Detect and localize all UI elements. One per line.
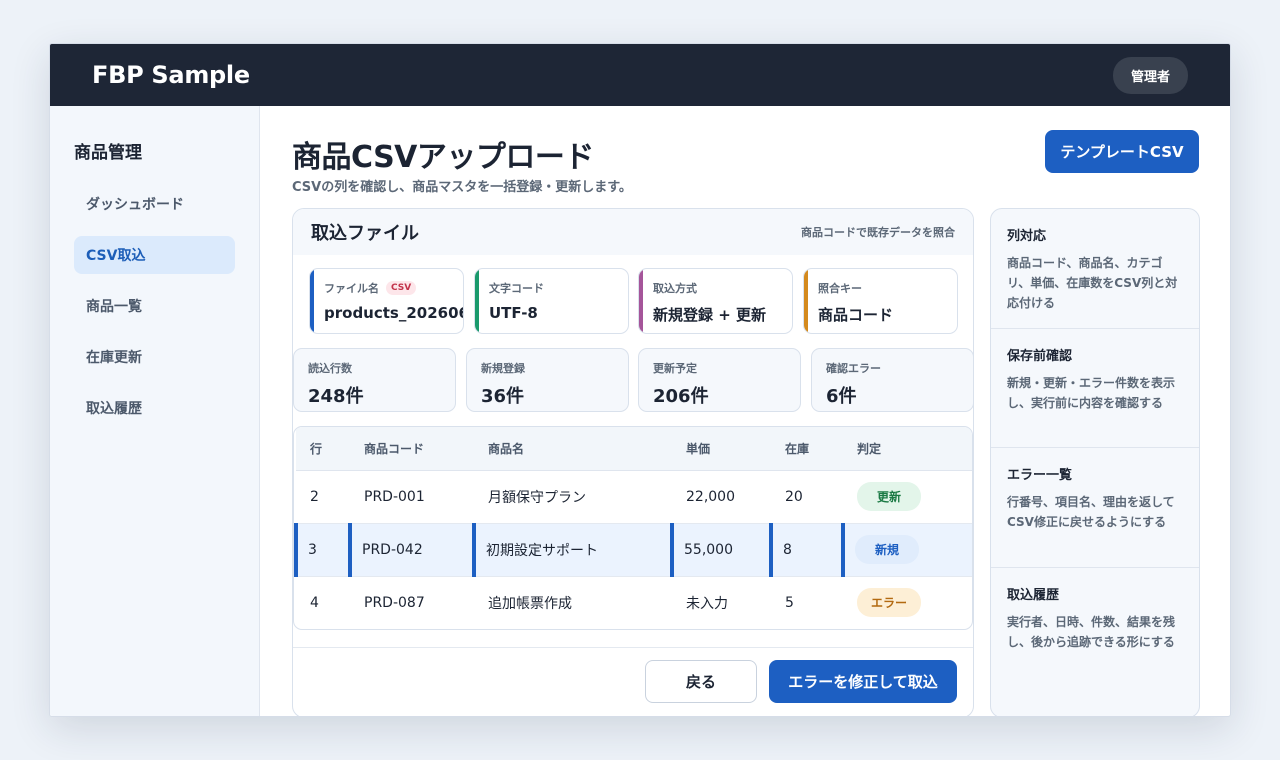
cell-row: 4: [310, 594, 319, 611]
panel-footer: 戻る エラーを修正して取込: [293, 647, 973, 716]
sidebar-item-stock-update[interactable]: 在庫更新: [74, 338, 235, 376]
cell-name: 追加帳票作成: [488, 595, 572, 612]
stat-updates: 更新予定 206件: [638, 348, 801, 412]
help-item-pre-save-check: 保存前確認 新規・更新・エラー件数を表示し、実行前に内容を確認する: [991, 329, 1199, 448]
column-header: 商品コード: [350, 427, 474, 471]
cell-price: 22,000: [672, 470, 771, 524]
encoding-value: UTF-8: [489, 304, 538, 322]
cell-stock: 8: [769, 523, 843, 577]
file-name-value: products_202606.csv: [324, 304, 463, 322]
cell-code: PRD-087: [364, 594, 425, 611]
table-row[interactable]: 4 PRD-087 追加帳票作成 未入力 5 エラー: [296, 576, 972, 629]
stat-value: 6件: [826, 386, 857, 407]
stat-label: 更新予定: [653, 362, 697, 375]
encoding-card: 文字コード UTF-8: [474, 268, 629, 334]
cell-code: PRD-001: [350, 470, 474, 524]
cell-price: 55,000: [670, 523, 771, 577]
main-content: 商品CSVアップロード CSVの列を確認し、商品マスタを一括登録・更新します。 …: [261, 106, 1230, 716]
preview-table: 行 商品コード 商品名 単価 在庫 判定 2 PRD-001 月額保守プラン 2…: [293, 426, 973, 630]
import-mode-value: 新規登録 + 更新: [653, 306, 767, 324]
help-title: エラー一覧: [1007, 468, 1073, 483]
user-menu-button[interactable]: 管理者: [1112, 56, 1188, 94]
accent-bar: [310, 269, 314, 333]
sidebar-item-import-history[interactable]: 取込履歴: [74, 389, 235, 427]
column-header: 在庫: [771, 427, 843, 471]
column-header: 単価: [672, 427, 771, 471]
fix-and-import-button[interactable]: エラーを修正して取込: [769, 660, 957, 703]
cell-stock: 5: [785, 594, 794, 611]
cell-name: 初期設定サポート: [472, 523, 672, 577]
help-body: 実行者、日時、件数、結果を残し、後から追跡できる形にする: [1007, 614, 1176, 649]
file-name-label: ファイル名 CSV: [324, 280, 449, 296]
stat-value: 248件: [308, 386, 364, 407]
page-subtitle: CSVの列を確認し、商品マスタを一括登録・更新します。: [292, 180, 632, 195]
back-button[interactable]: 戻る: [645, 660, 757, 703]
panel-header: 取込ファイル 商品コードで既存データを照合: [293, 209, 973, 255]
sidebar: 商品管理 ダッシュボード CSV取込 商品一覧 在庫更新 取込履歴: [50, 106, 260, 716]
column-header: 商品名: [474, 427, 672, 471]
cell-status: 新規: [841, 523, 972, 577]
import-mode-card: 取込方式 新規登録 + 更新: [638, 268, 793, 334]
sidebar-item-product-list[interactable]: 商品一覧: [74, 287, 235, 325]
encoding-label: 文字コード: [489, 282, 544, 295]
table-row[interactable]: 3 PRD-042 初期設定サポート 55,000 8 新規: [294, 523, 972, 577]
cell-row: 3: [294, 523, 350, 577]
accent-bar: [475, 269, 479, 333]
stat-value: 36件: [481, 386, 525, 407]
import-mode-label: 取込方式: [653, 282, 697, 295]
status-badge: 更新: [857, 482, 921, 511]
cell-row: 2: [296, 470, 350, 524]
cell-price: 未入力: [686, 595, 728, 612]
match-key-value: 商品コード: [818, 306, 894, 324]
cell-status: エラー: [843, 576, 972, 629]
sidebar-item-csv-import[interactable]: CSV取込: [74, 236, 235, 274]
column-header: 行: [296, 427, 350, 471]
help-panel: 列対応 商品コード、商品名、カテゴリ、単価、在庫数をCSV列と対応付ける 保存前…: [990, 208, 1200, 716]
cell-status: 更新: [843, 470, 972, 524]
status-badge: エラー: [857, 588, 921, 618]
page-title: 商品CSVアップロード: [292, 140, 594, 175]
help-item-column-mapping: 列対応 商品コード、商品名、カテゴリ、単価、在庫数をCSV列と対応付ける: [991, 209, 1199, 329]
help-title: 保存前確認: [1007, 348, 1073, 364]
help-body: 商品コード、商品名、カテゴリ、単価、在庫数をCSV列と対応付ける: [1007, 256, 1178, 310]
cell-name: 月額保守プラン: [474, 470, 672, 524]
stat-value: 206件: [653, 386, 709, 407]
stat-label: 新規登録: [481, 362, 525, 375]
file-name-label-text: ファイル名: [324, 282, 379, 295]
help-item-error-list: エラー一覧 行番号、項目名、理由を返してCSV修正に戻せるようにする: [991, 448, 1199, 568]
status-badge: 新規: [855, 535, 919, 564]
panel-note: 商品コードで既存データを照合: [801, 226, 955, 239]
stat-errors: 確認エラー 6件: [811, 348, 973, 412]
stat-label: 確認エラー: [826, 362, 881, 375]
match-key-label: 照合キー: [818, 282, 862, 295]
table-header-row: 行 商品コード 商品名 単価 在庫 判定: [296, 427, 972, 471]
csv-badge: CSV: [386, 281, 417, 295]
stat-read-rows: 読込行数 248件: [293, 348, 456, 412]
cell-code: PRD-042: [348, 523, 474, 577]
help-title: 取込履歴: [1007, 587, 1060, 603]
top-bar: FBP Sample 管理者: [50, 44, 1230, 106]
file-name-card: ファイル名 CSV products_202606.csv: [309, 268, 464, 334]
stat-new-records: 新規登録 36件: [466, 348, 629, 412]
panel-title: 取込ファイル: [311, 223, 419, 244]
sidebar-item-dashboard[interactable]: ダッシュボード: [74, 185, 235, 223]
help-item-import-history: 取込履歴 実行者、日時、件数、結果を残し、後から追跡できる形にする: [991, 568, 1199, 688]
accent-bar: [804, 269, 808, 333]
import-file-panel: 取込ファイル 商品コードで既存データを照合 ファイル名 CSV products…: [292, 208, 974, 716]
help-body: 行番号、項目名、理由を返してCSV修正に戻せるようにする: [1007, 495, 1175, 529]
brand-logo[interactable]: FBP Sample: [92, 61, 250, 89]
help-title: 列対応: [1007, 229, 1047, 244]
stat-label: 読込行数: [308, 362, 352, 375]
file-info-row: ファイル名 CSV products_202606.csv 文字コード UTF-…: [309, 268, 958, 334]
column-header: 判定: [843, 427, 972, 471]
app-window: FBP Sample 管理者 商品管理 ダッシュボード CSV取込 商品一覧 在…: [49, 43, 1231, 717]
accent-bar: [639, 269, 643, 333]
match-key-card: 照合キー 商品コード: [803, 268, 958, 334]
template-csv-button[interactable]: テンプレートCSV: [1045, 130, 1199, 173]
cell-stock: 20: [771, 470, 843, 524]
help-body: 新規・更新・エラー件数を表示し、実行前に内容を確認する: [1007, 375, 1176, 410]
table-row[interactable]: 2 PRD-001 月額保守プラン 22,000 20 更新: [296, 470, 972, 524]
stats-row: 読込行数 248件 新規登録 36件 更新予定 206件 確認エラー 6件: [293, 348, 973, 412]
sidebar-title: 商品管理: [74, 143, 142, 163]
